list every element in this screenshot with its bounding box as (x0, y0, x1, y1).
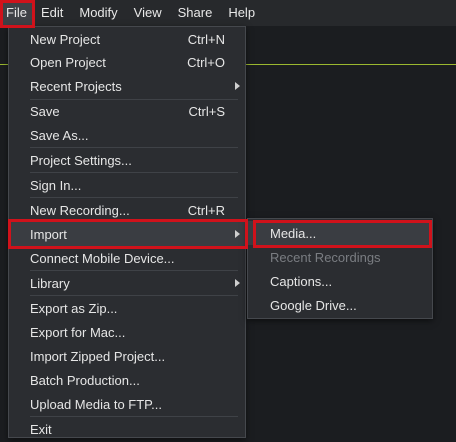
menu-item-import-zipped-project[interactable]: Import Zipped Project... (9, 344, 245, 368)
menu-item-exit[interactable]: Exit (9, 417, 245, 441)
submenu-arrow-icon (235, 279, 240, 287)
shortcut-label: Ctrl+O (187, 54, 225, 70)
menu-share[interactable]: Share (170, 0, 221, 26)
menu-item-upload-ftp[interactable]: Upload Media to FTP... (9, 392, 245, 416)
shortcut-label: Ctrl+R (187, 202, 225, 218)
menu-item-library[interactable]: Library (9, 271, 245, 295)
app-window: File Edit Modify View Share Help New Pro… (0, 0, 456, 442)
menu-item-project-settings[interactable]: Project Settings... (9, 148, 245, 172)
menu-item-label: Recent Recordings (270, 249, 381, 265)
menu-item-save-as[interactable]: Save As... (9, 123, 245, 147)
menu-item-label: Import (30, 226, 67, 242)
menu-help[interactable]: Help (220, 0, 263, 26)
file-menu-dropdown: New Project Ctrl+N Open Project Ctrl+O R… (8, 26, 246, 438)
menu-item-label: Exit (30, 421, 52, 437)
menu-view[interactable]: View (126, 0, 170, 26)
import-submenu: Media... Recent Recordings Captions... G… (247, 218, 433, 319)
menu-item-label: Project Settings... (30, 152, 132, 168)
submenu-item-recent-recordings: Recent Recordings (248, 245, 432, 269)
menu-item-label: Import Zipped Project... (30, 348, 166, 364)
menu-item-label: Sign In... (30, 177, 82, 193)
menu-item-label: Recent Projects (30, 78, 122, 94)
menu-item-label: Google Drive... (270, 297, 357, 313)
submenu-arrow-icon (235, 82, 240, 90)
menu-item-label: New Project (30, 31, 101, 47)
menu-item-save[interactable]: Save Ctrl+S (9, 99, 245, 123)
menu-item-label: Connect Mobile Device... (30, 250, 175, 266)
shortcut-label: Ctrl+S (188, 103, 225, 119)
menu-item-label: Captions... (270, 273, 333, 289)
menu-item-label: New Recording... (30, 202, 130, 218)
menu-modify[interactable]: Modify (71, 0, 125, 26)
menu-file[interactable]: File (0, 0, 33, 26)
submenu-item-captions[interactable]: Captions... (248, 269, 432, 293)
menu-item-import[interactable]: Import (9, 222, 245, 246)
menu-item-label: Export for Mac... (30, 324, 126, 340)
menu-item-connect-mobile-device[interactable]: Connect Mobile Device... (9, 246, 245, 270)
menu-item-recent-projects[interactable]: Recent Projects (9, 74, 245, 98)
shortcut-label: Ctrl+N (187, 31, 225, 47)
menu-item-label: Export as Zip... (30, 300, 118, 316)
menu-item-batch-production[interactable]: Batch Production... (9, 368, 245, 392)
menu-item-label: Save (30, 103, 60, 119)
menu-item-export-zip[interactable]: Export as Zip... (9, 296, 245, 320)
menu-item-export-mac[interactable]: Export for Mac... (9, 320, 245, 344)
submenu-arrow-icon (235, 230, 240, 238)
menu-item-new-recording[interactable]: New Recording... Ctrl+R (9, 198, 245, 222)
menu-item-label: Save As... (30, 127, 89, 143)
menu-item-label: Library (30, 275, 70, 291)
submenu-item-google-drive[interactable]: Google Drive... (248, 293, 432, 317)
menu-edit[interactable]: Edit (33, 0, 71, 26)
menu-item-label: Batch Production... (30, 372, 140, 388)
menu-item-label: Open Project (30, 54, 106, 70)
menu-item-sign-in[interactable]: Sign In... (9, 173, 245, 197)
submenu-item-media[interactable]: Media... (248, 221, 432, 245)
menu-item-label: Upload Media to FTP... (30, 396, 162, 412)
menu-bar: File Edit Modify View Share Help (0, 0, 456, 26)
menu-item-open-project[interactable]: Open Project Ctrl+O (9, 50, 245, 74)
menu-item-new-project[interactable]: New Project Ctrl+N (9, 27, 245, 51)
menu-item-label: Media... (270, 225, 317, 241)
